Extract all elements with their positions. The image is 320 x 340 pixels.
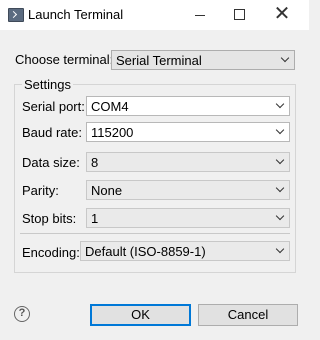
encoding-value: Default (ISO-8859-1) (85, 244, 206, 259)
choose-terminal-label: Choose terminal: (15, 52, 114, 67)
choose-terminal-dropdown[interactable]: Serial Terminal (111, 50, 295, 70)
chevron-down-icon (275, 125, 285, 135)
encoding-dropdown[interactable]: Default (ISO-8859-1) (80, 241, 290, 261)
stop-bits-value: 1 (91, 211, 99, 226)
serial-port-label: Serial port: (22, 99, 85, 114)
baud-rate-dropdown[interactable]: 115200 (86, 122, 290, 142)
serial-port-dropdown[interactable]: COM4 (86, 96, 290, 116)
parity-dropdown[interactable]: None (86, 180, 290, 200)
serial-port-value: COM4 (91, 99, 129, 114)
chevron-down-icon (275, 211, 285, 221)
settings-separator (20, 233, 290, 234)
cancel-button[interactable]: Cancel (198, 304, 298, 326)
baud-rate-label: Baud rate: (22, 125, 82, 140)
terminal-app-icon (8, 8, 24, 22)
chevron-down-icon (275, 183, 285, 193)
help-icon[interactable]: ? (14, 306, 30, 322)
baud-rate-value: 115200 (91, 125, 134, 140)
stop-bits-label: Stop bits: (22, 211, 77, 226)
title-bar: Launch Terminal ✕ (0, 0, 309, 30)
maximize-button[interactable] (220, 0, 260, 30)
chevron-down-icon (275, 244, 285, 254)
parity-value: None (91, 183, 123, 198)
chevron-down-icon (275, 155, 285, 165)
data-size-label: Data size: (22, 155, 80, 170)
chevron-down-icon (280, 53, 290, 63)
chevron-down-icon (275, 99, 285, 109)
close-button[interactable]: ✕ (262, 0, 302, 30)
ok-button[interactable]: OK (90, 304, 191, 326)
encoding-label: Encoding: (22, 245, 80, 260)
settings-group-title: Settings (22, 77, 73, 92)
stop-bits-dropdown[interactable]: 1 (86, 208, 290, 228)
parity-label: Parity: (22, 183, 59, 198)
data-size-dropdown[interactable]: 8 (86, 152, 290, 172)
minimize-button[interactable] (180, 0, 220, 30)
choose-terminal-value: Serial Terminal (116, 53, 202, 68)
data-size-value: 8 (91, 155, 99, 170)
window-title: Launch Terminal (28, 7, 124, 22)
